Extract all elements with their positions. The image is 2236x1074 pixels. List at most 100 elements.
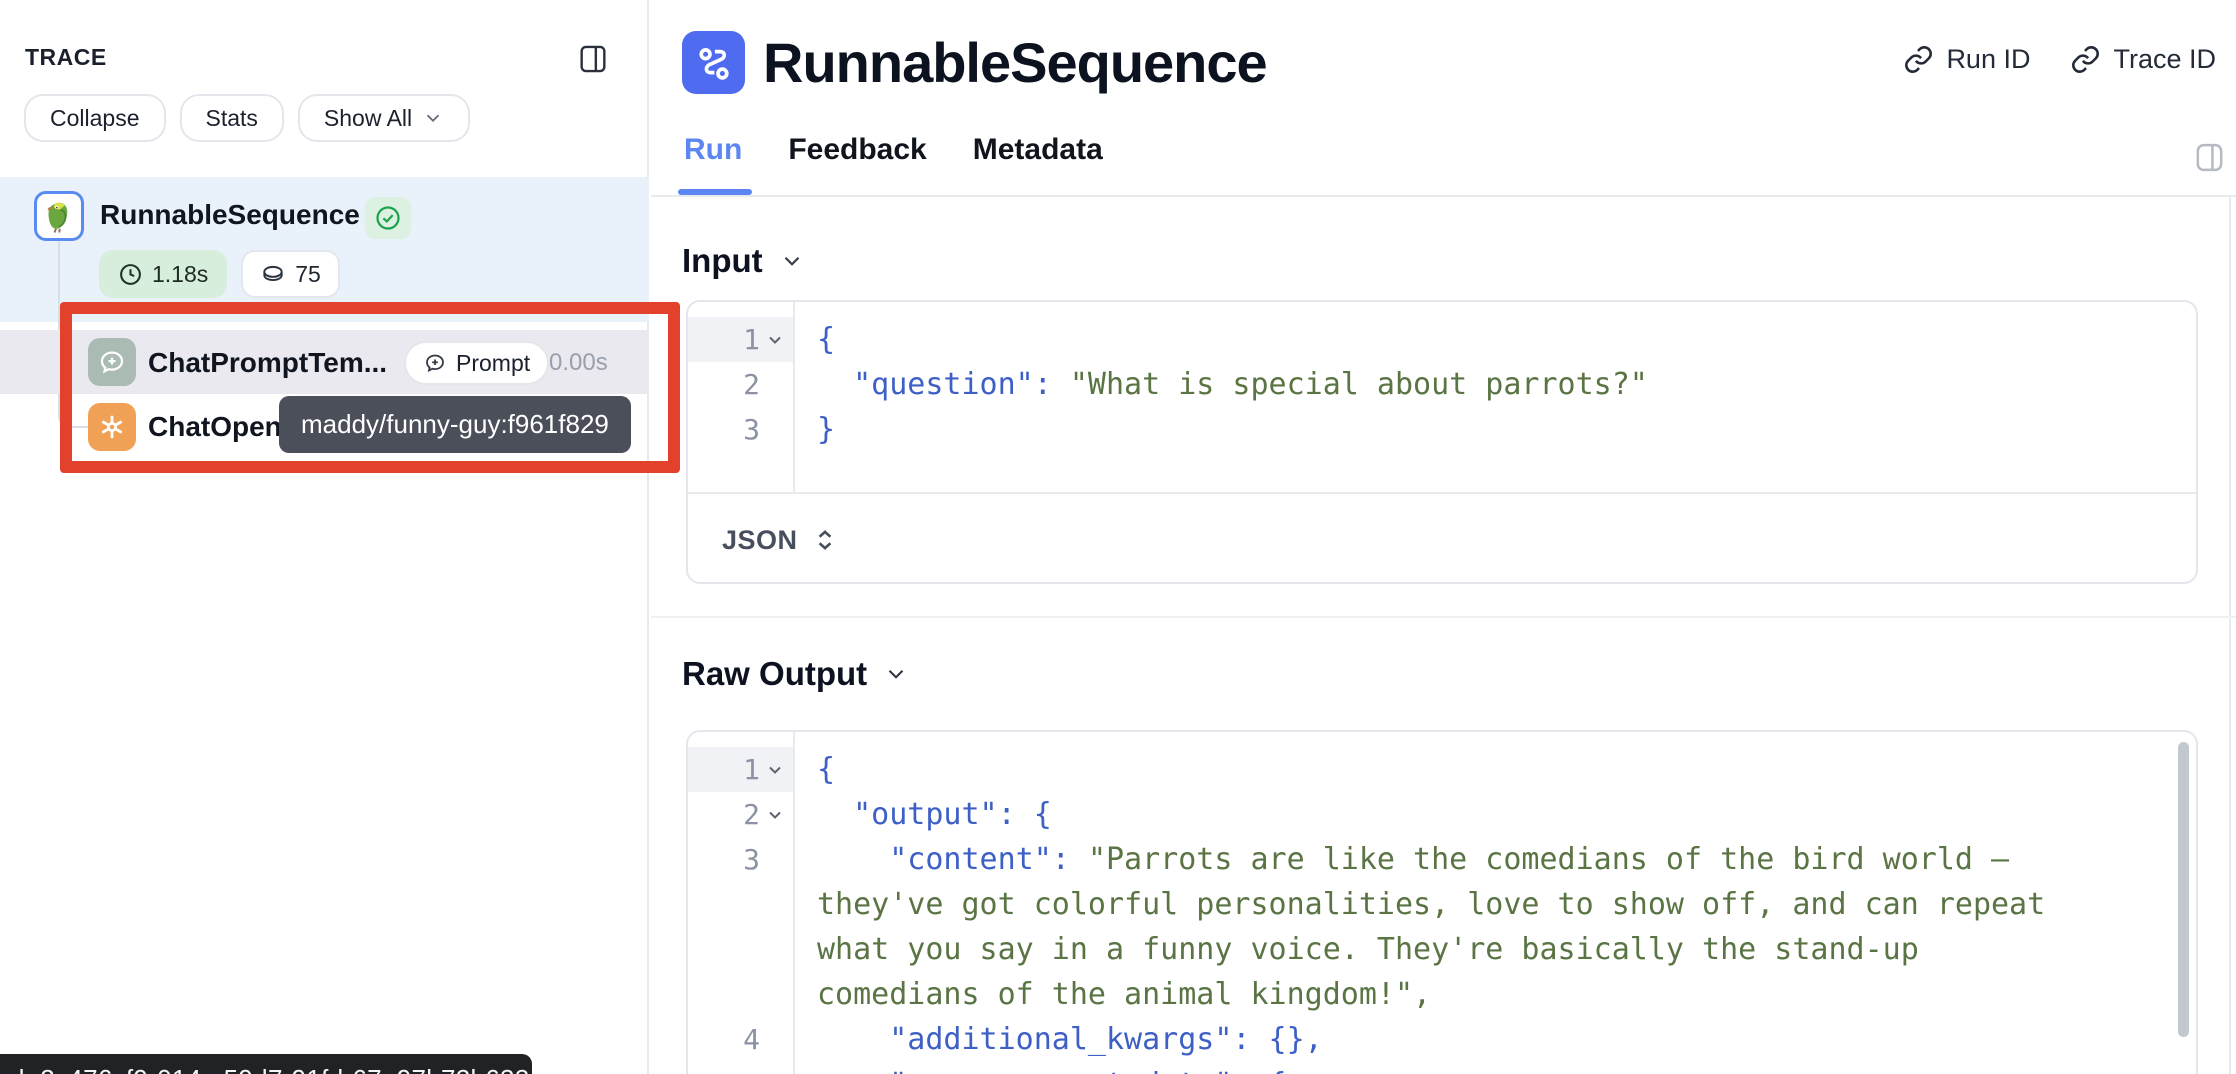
prompt-type-badge: Prompt bbox=[404, 341, 549, 385]
trace-toolbar: Collapse Stats Show All bbox=[24, 94, 470, 142]
fold-spacer bbox=[763, 848, 787, 872]
stats-button-label: Stats bbox=[206, 105, 258, 132]
line-number: 3 bbox=[743, 413, 760, 446]
root-metrics: 1.18s 75 bbox=[99, 250, 340, 298]
code-line: { bbox=[793, 747, 2196, 792]
code-gutter-cell bbox=[688, 972, 793, 1017]
duration-value: 1.18s bbox=[152, 261, 208, 288]
format-selector[interactable]: JSON bbox=[688, 492, 2196, 584]
link-icon bbox=[2070, 44, 2101, 75]
success-status-badge bbox=[365, 197, 411, 239]
browser-status-url: d=2c476cf9-014c-59d7-91fd-67a97b72b632 bbox=[0, 1054, 532, 1074]
parrot-icon bbox=[41, 198, 77, 234]
run-id-button[interactable]: Run ID bbox=[1903, 44, 2030, 75]
split-panel-icon[interactable] bbox=[2192, 140, 2227, 175]
line-number: 1 bbox=[743, 323, 760, 356]
stats-button[interactable]: Stats bbox=[180, 94, 284, 142]
trace-id-label: Trace ID bbox=[2113, 44, 2216, 75]
node-duration: 0.00s bbox=[549, 349, 608, 377]
fold-spacer bbox=[763, 418, 787, 442]
duration-badge: 1.18s bbox=[99, 250, 227, 298]
token-count-value: 75 bbox=[295, 261, 321, 288]
line-number: 2 bbox=[743, 798, 760, 831]
code-line: they've got colorful personalities, love… bbox=[793, 882, 2196, 927]
input-code-block: 1{2 "question": "What is special about p… bbox=[688, 317, 2196, 452]
run-tabs: Run Feedback Metadata bbox=[684, 133, 1103, 187]
id-copy-buttons: Run ID Trace ID bbox=[1903, 44, 2216, 75]
trace-id-button[interactable]: Trace ID bbox=[2070, 44, 2216, 75]
code-gutter-cell: 3 bbox=[688, 837, 793, 882]
line-number: 4 bbox=[743, 1023, 760, 1056]
updown-chevron-icon bbox=[812, 527, 838, 553]
code-gutter-cell bbox=[688, 927, 793, 972]
line-number: 5 bbox=[743, 1068, 760, 1074]
fold-chevron-icon[interactable] bbox=[763, 758, 787, 782]
run-detail-panel: RunnableSequence Run ID Trace ID Run Fee… bbox=[651, 0, 2236, 1074]
tabbar-divider bbox=[651, 195, 2236, 197]
fold-chevron-icon[interactable] bbox=[763, 803, 787, 827]
fold-spacer bbox=[763, 373, 787, 397]
input-code-card: 1{2 "question": "What is special about p… bbox=[686, 300, 2198, 584]
tab-run[interactable]: Run bbox=[684, 133, 742, 187]
bubble-plus-icon bbox=[423, 351, 447, 375]
tab-feedback[interactable]: Feedback bbox=[788, 133, 926, 187]
code-gutter-cell: 1 bbox=[688, 317, 793, 362]
input-section-title: Input bbox=[682, 242, 763, 280]
fold-chevron-icon[interactable] bbox=[763, 328, 787, 352]
prompt-badge-label: Prompt bbox=[456, 350, 530, 377]
bubble-plus-icon bbox=[97, 347, 127, 377]
collapse-button-label: Collapse bbox=[50, 105, 140, 132]
code-gutter-cell: 3 bbox=[688, 407, 793, 452]
input-section-header[interactable]: Input bbox=[682, 242, 805, 280]
check-circle-icon bbox=[374, 204, 402, 232]
raw-output-section-header[interactable]: Raw Output bbox=[682, 655, 909, 693]
trace-panel-title: TRACE bbox=[25, 44, 107, 71]
code-line: "response_metadata": { bbox=[793, 1062, 2196, 1074]
collapse-sidebar-panel-icon[interactable] bbox=[576, 42, 610, 76]
line-number: 2 bbox=[743, 368, 760, 401]
raw-output-code-card: 1{2 "output": { 3 "content": "Parrots are… bbox=[686, 730, 2198, 1074]
fold-spacer bbox=[763, 983, 787, 1007]
collapse-button[interactable]: Collapse bbox=[24, 94, 166, 142]
fold-spacer bbox=[763, 938, 787, 962]
code-line: what you say in a funny voice. They're b… bbox=[793, 927, 2196, 972]
chevron-down-icon bbox=[779, 248, 805, 274]
code-gutter-cell: 2 bbox=[688, 792, 793, 837]
tab-metadata[interactable]: Metadata bbox=[973, 133, 1103, 187]
tree-node-label[interactable]: RunnableSequence bbox=[100, 199, 360, 231]
tree-node-label[interactable]: ChatPromptTem... bbox=[148, 347, 387, 379]
show-all-dropdown[interactable]: Show All bbox=[298, 94, 470, 142]
code-gutter-cell: 5 bbox=[688, 1062, 793, 1074]
token-count-badge: 75 bbox=[241, 250, 340, 298]
openai-icon bbox=[98, 413, 126, 441]
vertical-scrollbar[interactable] bbox=[2178, 742, 2189, 1037]
code-line: "additional_kwargs": {}, bbox=[793, 1017, 2196, 1062]
code-gutter-cell: 2 bbox=[688, 362, 793, 407]
raw-output-section-title: Raw Output bbox=[682, 655, 867, 693]
run-id-label: Run ID bbox=[1946, 44, 2030, 75]
trace-sidebar: TRACE Collapse Stats Show All bbox=[0, 0, 649, 1074]
trace-viewer-app: TRACE Collapse Stats Show All bbox=[0, 0, 2236, 1074]
token-coin-icon bbox=[260, 261, 286, 287]
code-line: comedians of the animal kingdom!", bbox=[793, 972, 2196, 1017]
line-number: 3 bbox=[743, 843, 760, 876]
prompt-node-avatar bbox=[88, 338, 136, 386]
section-divider bbox=[651, 616, 2236, 618]
chevron-down-icon bbox=[883, 661, 909, 687]
clock-icon bbox=[118, 262, 143, 287]
raw-output-code-block: 1{2 "output": { 3 "content": "Parrots are… bbox=[688, 747, 2196, 1074]
prompt-name-tooltip: maddy/funny-guy:f961f829 bbox=[279, 396, 631, 453]
code-line: "output": { bbox=[793, 792, 2196, 837]
code-line: { bbox=[793, 317, 2196, 362]
chevron-down-icon bbox=[422, 107, 444, 129]
format-selector-value: JSON bbox=[722, 525, 798, 556]
page-title: RunnableSequence bbox=[763, 30, 1267, 95]
fold-spacer bbox=[763, 1028, 787, 1052]
code-line: "content": "Parrots are like the comedia… bbox=[793, 837, 2196, 882]
link-icon bbox=[1903, 44, 1934, 75]
openai-node-avatar bbox=[88, 403, 136, 451]
fold-spacer bbox=[763, 893, 787, 917]
code-gutter-cell: 1 bbox=[688, 747, 793, 792]
code-gutter-cell bbox=[688, 882, 793, 927]
panel-right-border bbox=[2229, 196, 2231, 1074]
